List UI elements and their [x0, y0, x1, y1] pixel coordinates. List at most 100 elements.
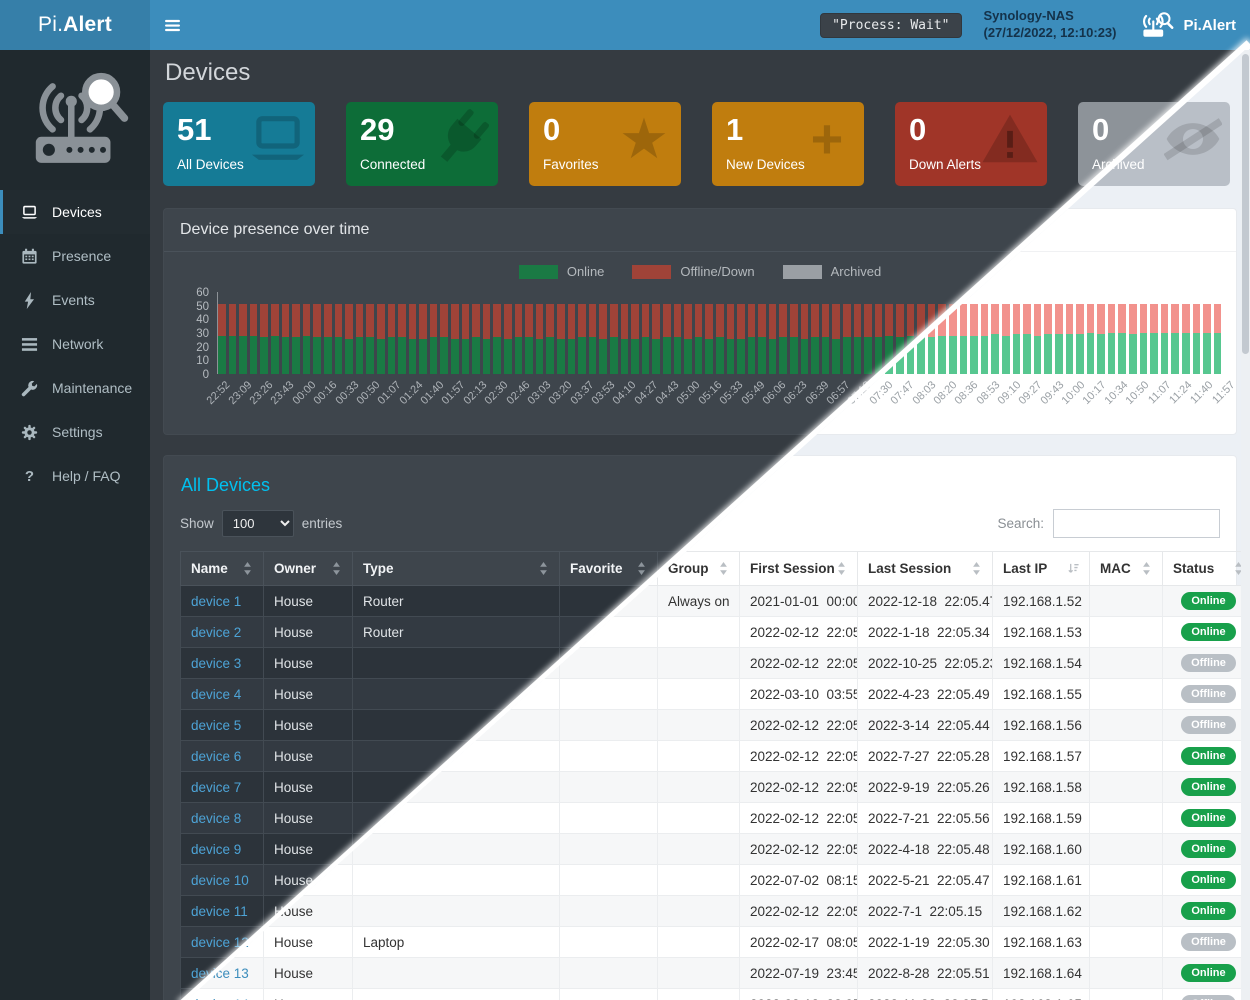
column-header-type[interactable]: Type	[353, 552, 560, 586]
entries-select[interactable]: 100	[222, 510, 294, 537]
table-row[interactable]: device 3House2022-02-12 22:052022-10-25 …	[181, 648, 1250, 679]
table-row[interactable]: device 8House2022-02-12 22:052022-7-21 2…	[181, 803, 1250, 834]
hamburger-menu-icon[interactable]	[150, 0, 194, 50]
stacked-bar	[536, 304, 544, 374]
device-link[interactable]: device 5	[191, 718, 241, 733]
x-axis: 22:5223:0923:2623:4300:0000:1600:3300:50…	[217, 374, 1221, 424]
legend-label: Archived	[831, 264, 882, 279]
card-connected[interactable]: 29 Connected	[346, 102, 498, 186]
sidebar-item-events[interactable]: Events	[0, 278, 150, 322]
sort-icon	[242, 562, 253, 575]
network-icon	[20, 336, 39, 353]
logo-pi: Pi.	[38, 13, 63, 37]
table-row[interactable]: device 4House2022-03-10 03:552022-4-23 2…	[181, 679, 1250, 710]
status-badge: Offline	[1181, 995, 1236, 1000]
table-row[interactable]: device 14House2022-02-12 22:052022-11-22…	[181, 989, 1250, 1000]
stacked-bar	[472, 304, 480, 374]
legend-online[interactable]: Online	[519, 264, 605, 279]
table-row[interactable]: device 10House2022-07-02 08:152022-5-21 …	[181, 865, 1250, 896]
device-link[interactable]: device 1	[191, 594, 241, 609]
legend-swatch-archived	[783, 265, 822, 279]
card-favorites[interactable]: 0 Favorites ★	[529, 102, 681, 186]
stacked-bar	[1023, 304, 1031, 374]
stacked-bar	[801, 304, 809, 374]
column-header-status[interactable]: Status	[1163, 552, 1250, 586]
table-row[interactable]: device 5House2022-02-12 22:052022-3-14 2…	[181, 710, 1250, 741]
column-header-name[interactable]: Name	[181, 552, 264, 586]
scrollbar-thumb[interactable]	[1242, 54, 1249, 354]
sort-icon	[1141, 562, 1152, 575]
table-row[interactable]: device 13House2022-07-19 23:452022-8-28 …	[181, 958, 1250, 989]
table-row[interactable]: device 7House2022-02-12 22:052022-9-19 2…	[181, 772, 1250, 803]
brand-label: Pi.Alert	[1183, 17, 1236, 34]
sidebar-item-settings[interactable]: Settings	[0, 410, 150, 454]
device-link[interactable]: device 7	[191, 780, 241, 795]
column-header-owner[interactable]: Owner	[264, 552, 353, 586]
stacked-bar	[1161, 304, 1169, 374]
stacked-bar	[695, 304, 703, 374]
stacked-bar	[1108, 304, 1116, 374]
stacked-bar	[398, 304, 406, 374]
stacked-bar	[218, 304, 226, 374]
table-row[interactable]: device 2HouseRouter2022-02-12 22:052022-…	[181, 617, 1250, 648]
stacked-bar	[1129, 304, 1137, 374]
table-row[interactable]: device 12HouseLaptop2022-02-17 08:052022…	[181, 927, 1250, 958]
legend-offline-down[interactable]: Offline/Down	[632, 264, 754, 279]
legend-swatch-online	[519, 265, 558, 279]
stacked-bar	[758, 304, 766, 374]
app-logo[interactable]: Pi.Alert	[0, 0, 150, 50]
column-header-first-session[interactable]: First Session	[740, 552, 858, 586]
table-row[interactable]: device 11House2022-02-12 22:052022-7-1 2…	[181, 896, 1250, 927]
sort-icon	[971, 562, 982, 575]
sidebar-item-maintenance[interactable]: Maintenance	[0, 366, 150, 410]
device-link[interactable]: device 6	[191, 749, 241, 764]
column-header-mac[interactable]: MAC	[1090, 552, 1163, 586]
device-link[interactable]: device 10	[191, 873, 249, 888]
sidebar-item-network[interactable]: Network	[0, 322, 150, 366]
stacked-bar	[578, 304, 586, 374]
stacked-bar	[705, 304, 713, 374]
table-row[interactable]: device 6House2022-02-12 22:052022-7-27 2…	[181, 741, 1250, 772]
question-icon: ?	[20, 468, 39, 485]
device-link[interactable]: device 8	[191, 811, 241, 826]
sidebar-item-devices[interactable]: Devices	[0, 190, 150, 234]
brand-link[interactable]: Pi.Alert	[1138, 11, 1236, 39]
legend-label: Online	[567, 264, 605, 279]
table-title: All Devices	[181, 475, 1220, 496]
sidebar-item-presence[interactable]: Presence	[0, 234, 150, 278]
card-new-devices[interactable]: 1 New Devices +	[712, 102, 864, 186]
search-wrap: Search:	[997, 509, 1220, 538]
column-header-last-session[interactable]: Last Session	[858, 552, 993, 586]
sidebar-item-help-faq[interactable]: ?Help / FAQ	[0, 454, 150, 498]
y-tick: 0	[203, 369, 209, 381]
laptop-icon	[249, 110, 307, 168]
device-link[interactable]: device 4	[191, 687, 241, 702]
device-link[interactable]: device 3	[191, 656, 241, 671]
table-row[interactable]: device 1HouseRouterAlways on2021-01-01 0…	[181, 586, 1250, 617]
stacked-bar	[822, 304, 830, 374]
bars	[217, 292, 1221, 374]
device-link[interactable]: device 9	[191, 842, 241, 857]
search-input[interactable]	[1053, 509, 1220, 538]
y-tick: 50	[196, 301, 209, 313]
stacked-bar	[1203, 304, 1211, 374]
column-header-last-ip[interactable]: Last IP	[993, 552, 1090, 586]
column-header-favorite[interactable]: Favorite	[560, 552, 658, 586]
device-link[interactable]: device 2	[191, 625, 241, 640]
chart-title: Device presence over time	[164, 209, 1236, 252]
card-down-alerts[interactable]: 0 Down Alerts	[895, 102, 1047, 186]
stacked-bar	[493, 304, 501, 374]
device-link[interactable]: device 14	[191, 997, 249, 1000]
stacked-bar	[589, 304, 597, 374]
stacked-bar	[663, 304, 671, 374]
sort-icon	[331, 562, 342, 575]
device-link[interactable]: device 11	[191, 904, 248, 919]
vertical-scrollbar[interactable]	[1241, 50, 1250, 1000]
card-all-devices[interactable]: 51 All Devices	[163, 102, 315, 186]
sort-icon	[836, 562, 847, 575]
cards-row: 51 All Devices 29 Connected 0 Favorites …	[163, 102, 1237, 186]
stacked-bar	[779, 304, 787, 374]
stacked-bar	[981, 304, 989, 374]
stacked-bar	[928, 304, 936, 374]
legend-archived[interactable]: Archived	[783, 264, 882, 279]
